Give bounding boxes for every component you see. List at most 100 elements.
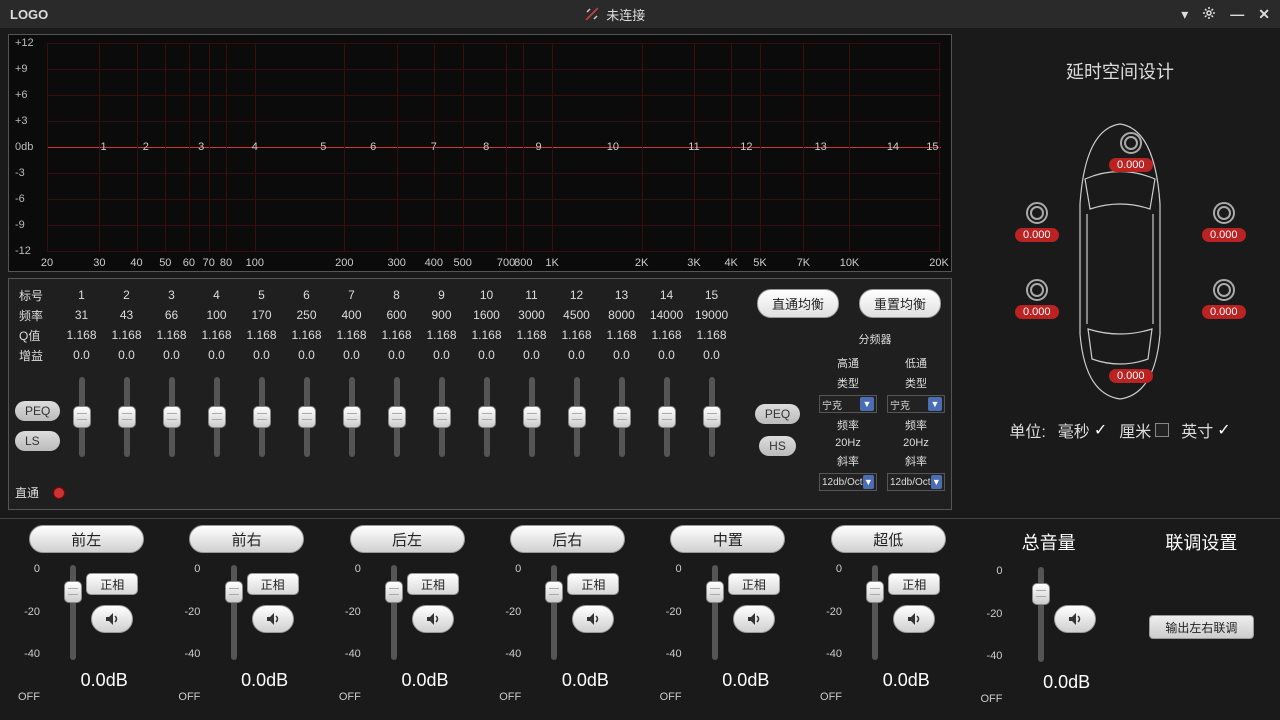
lp-type-select[interactable]: 宁克▼ [887, 395, 945, 413]
speaker-front-left[interactable]: 0.000 [1015, 202, 1059, 242]
eq-cell[interactable]: 170 [239, 308, 284, 322]
phase-button[interactable]: 正相 [247, 573, 299, 595]
close-icon[interactable]: ✕ [1258, 6, 1270, 23]
minimize-icon[interactable]: — [1230, 6, 1244, 23]
eq-cell[interactable]: 9 [419, 288, 464, 302]
unit-cm-checkbox[interactable]: 厘米 [1119, 418, 1169, 442]
eq-cell[interactable]: 1.168 [239, 328, 284, 342]
eq-band-slider[interactable] [394, 377, 400, 457]
eq-cell[interactable]: 0.0 [644, 348, 689, 362]
eq-cell[interactable]: 2 [104, 288, 149, 302]
eq-cell[interactable]: 1.168 [374, 328, 419, 342]
eq-cell[interactable]: 1.168 [554, 328, 599, 342]
speaker-center[interactable]: 0.000 [1109, 132, 1153, 172]
eq-band-slider[interactable] [169, 377, 175, 457]
eq-band-slider[interactable] [619, 377, 625, 457]
eq-curve-graph[interactable]: +12+9+6+30db-3-6-9-122030405060708010020… [8, 34, 952, 272]
eq-cell[interactable]: 19000 [689, 308, 734, 322]
channel-gain-slider[interactable] [712, 565, 718, 660]
speaker-front-right[interactable]: 0.000 [1202, 202, 1246, 242]
settings-icon[interactable] [1202, 6, 1216, 23]
eq-cell[interactable]: 1.168 [509, 328, 554, 342]
hp-slope-select[interactable]: 12db/Oct▼ [819, 473, 877, 491]
eq-cell[interactable]: 400 [329, 308, 374, 322]
eq-cell[interactable]: 13 [599, 288, 644, 302]
eq-cell[interactable]: 0.0 [239, 348, 284, 362]
channel-gain-slider[interactable] [872, 565, 878, 660]
eq-cell[interactable]: 100 [194, 308, 239, 322]
eq-cell[interactable]: 0.0 [554, 348, 599, 362]
master-gain-slider[interactable] [1038, 567, 1044, 662]
eq-cell[interactable]: 31 [59, 308, 104, 322]
eq-cell[interactable]: 14 [644, 288, 689, 302]
phase-button[interactable]: 正相 [567, 573, 619, 595]
mute-button[interactable] [572, 605, 614, 633]
eq-cell[interactable]: 15 [689, 288, 734, 302]
mute-button[interactable] [893, 605, 935, 633]
eq-cell[interactable]: 3000 [509, 308, 554, 322]
speaker-sub[interactable]: 0.000 [1109, 369, 1153, 383]
eq-cell[interactable]: 4500 [554, 308, 599, 322]
mute-button[interactable] [412, 605, 454, 633]
eq-cell[interactable]: 1.168 [644, 328, 689, 342]
eq-band-slider[interactable] [349, 377, 355, 457]
eq-cell[interactable]: 1.168 [194, 328, 239, 342]
eq-cell[interactable]: 11 [509, 288, 554, 302]
eq-cell[interactable]: 0.0 [509, 348, 554, 362]
unit-in-checkbox[interactable]: 英寸 ✓ [1181, 418, 1230, 442]
channel-select-button[interactable]: 中置 [670, 525, 785, 553]
channel-gain-slider[interactable] [551, 565, 557, 660]
speaker-rear-left[interactable]: 0.000 [1015, 279, 1059, 319]
eq-cell[interactable]: 0.0 [104, 348, 149, 362]
eq-cell[interactable]: 1 [59, 288, 104, 302]
hp-type-select[interactable]: 宁克▼ [819, 395, 877, 413]
eq-band-slider[interactable] [79, 377, 85, 457]
eq-cell[interactable]: 66 [149, 308, 194, 322]
eq-band-slider[interactable] [529, 377, 535, 457]
eq-cell[interactable]: 7 [329, 288, 374, 302]
phase-button[interactable]: 正相 [888, 573, 940, 595]
eq-cell[interactable]: 0.0 [59, 348, 104, 362]
eq-cell[interactable]: 10 [464, 288, 509, 302]
eq-cell[interactable]: 1.168 [104, 328, 149, 342]
eq-cell[interactable]: 250 [284, 308, 329, 322]
eq-band-slider[interactable] [484, 377, 490, 457]
channel-select-button[interactable]: 前左 [29, 525, 144, 553]
eq-cell[interactable]: 1.168 [59, 328, 104, 342]
eq-cell[interactable]: 1.168 [464, 328, 509, 342]
eq-cell[interactable]: 0.0 [149, 348, 194, 362]
eq-band-slider[interactable] [259, 377, 265, 457]
eq-cell[interactable]: 1.168 [284, 328, 329, 342]
channel-select-button[interactable]: 前右 [189, 525, 304, 553]
eq-cell[interactable]: 3 [149, 288, 194, 302]
eq-cell[interactable]: 0.0 [329, 348, 374, 362]
eq-cell[interactable]: 8000 [599, 308, 644, 322]
eq-cell[interactable]: 1.168 [599, 328, 644, 342]
eq-cell[interactable]: 1.168 [149, 328, 194, 342]
channel-gain-slider[interactable] [70, 565, 76, 660]
eq-cell[interactable]: 1.168 [329, 328, 374, 342]
menu-icon[interactable]: ▾ [1181, 6, 1188, 23]
peq-mode-button[interactable]: PEQ [755, 404, 800, 424]
eq-cell[interactable]: 900 [419, 308, 464, 322]
eq-band-slider[interactable] [574, 377, 580, 457]
channel-select-button[interactable]: 超低 [831, 525, 946, 553]
eq-cell[interactable]: 1.168 [419, 328, 464, 342]
eq-cell[interactable]: 6 [284, 288, 329, 302]
eq-cell[interactable]: 14000 [644, 308, 689, 322]
eq-cell[interactable]: 0.0 [599, 348, 644, 362]
master-mute-button[interactable] [1054, 605, 1096, 633]
bypass-eq-button[interactable]: 直通均衡 [757, 289, 839, 318]
output-link-button[interactable]: 输出左右联调 [1149, 615, 1254, 639]
eq-cell[interactable]: 0.0 [689, 348, 734, 362]
eq-cell[interactable]: 0.0 [464, 348, 509, 362]
channel-gain-slider[interactable] [391, 565, 397, 660]
eq-cell[interactable]: 5 [239, 288, 284, 302]
unit-ms-checkbox[interactable]: 毫秒 ✓ [1058, 418, 1107, 442]
eq-cell[interactable]: 4 [194, 288, 239, 302]
eq-band-slider[interactable] [664, 377, 670, 457]
peq-button[interactable]: PEQ [15, 401, 60, 421]
channel-gain-slider[interactable] [231, 565, 237, 660]
eq-cell[interactable]: 8 [374, 288, 419, 302]
eq-cell[interactable]: 0.0 [374, 348, 419, 362]
